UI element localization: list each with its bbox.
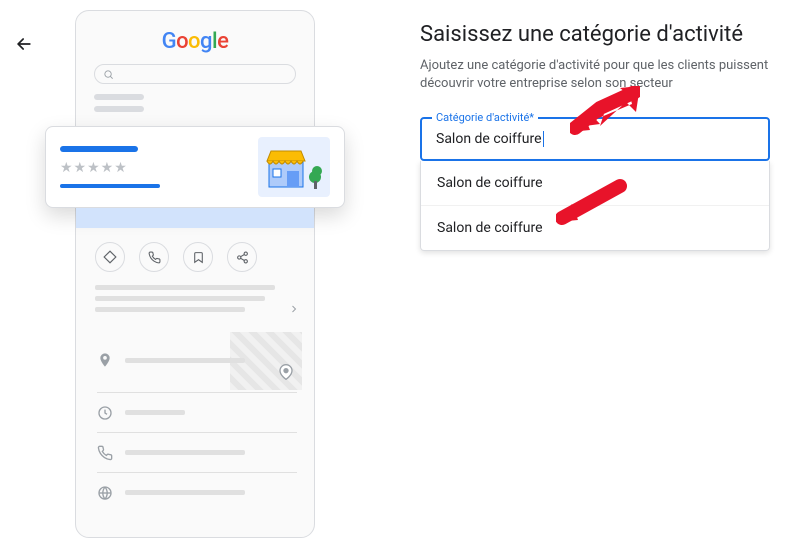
- back-button[interactable]: [12, 32, 36, 56]
- action-call: [139, 242, 169, 272]
- location-icon: [97, 352, 113, 368]
- category-input[interactable]: Salon de coiffure: [436, 131, 754, 147]
- globe-icon: [97, 485, 113, 501]
- list-item: [97, 392, 297, 432]
- phone-icon: [97, 445, 113, 461]
- suggestion-item[interactable]: Salon de coiffure: [421, 205, 769, 250]
- title-placeholder: [60, 146, 138, 152]
- listing-card-popout: ★★★★★: [45, 126, 345, 208]
- google-logo: Google: [76, 29, 314, 54]
- list-item: [97, 432, 297, 472]
- info-list: [97, 340, 297, 512]
- action-share: [227, 242, 257, 272]
- placeholder-line: [94, 106, 144, 112]
- chevron-right-icon: [288, 300, 300, 319]
- rating-stars: ★★★★★: [60, 160, 248, 176]
- subtitle-placeholder: [60, 184, 160, 188]
- action-icons-row: [95, 242, 257, 272]
- suggestion-item[interactable]: Salon de coiffure: [421, 161, 769, 205]
- category-suggestions: Salon de coiffure Salon de coiffure: [420, 161, 770, 251]
- form-heading: Saisissez une catégorie d'activité: [420, 22, 770, 47]
- form-subtext: Ajoutez une catégorie d'activité pour qu…: [420, 57, 770, 93]
- description-placeholder: [95, 285, 295, 318]
- category-input-label: Catégorie d'activité*: [432, 111, 538, 124]
- clock-icon: [97, 405, 113, 421]
- action-directions: [95, 242, 125, 272]
- list-item: [97, 472, 297, 512]
- popout-shadow-strip: [76, 208, 314, 228]
- search-pill: [94, 64, 296, 84]
- storefront-icon: [263, 141, 325, 193]
- list-item: [97, 340, 297, 380]
- text-caret: [543, 131, 544, 147]
- diamond-icon: [103, 250, 117, 264]
- category-input-wrapper[interactable]: Catégorie d'activité* Salon de coiffure: [420, 117, 770, 161]
- action-save: [183, 242, 213, 272]
- bookmark-icon: [192, 251, 205, 264]
- placeholder-line: [94, 94, 144, 100]
- category-form: Saisissez une catégorie d'activité Ajout…: [420, 22, 770, 251]
- arrow-left-icon: [14, 34, 34, 54]
- phone-icon: [148, 251, 161, 264]
- storefront-illustration: [258, 137, 330, 197]
- search-icon: [103, 69, 114, 80]
- share-icon: [236, 251, 249, 264]
